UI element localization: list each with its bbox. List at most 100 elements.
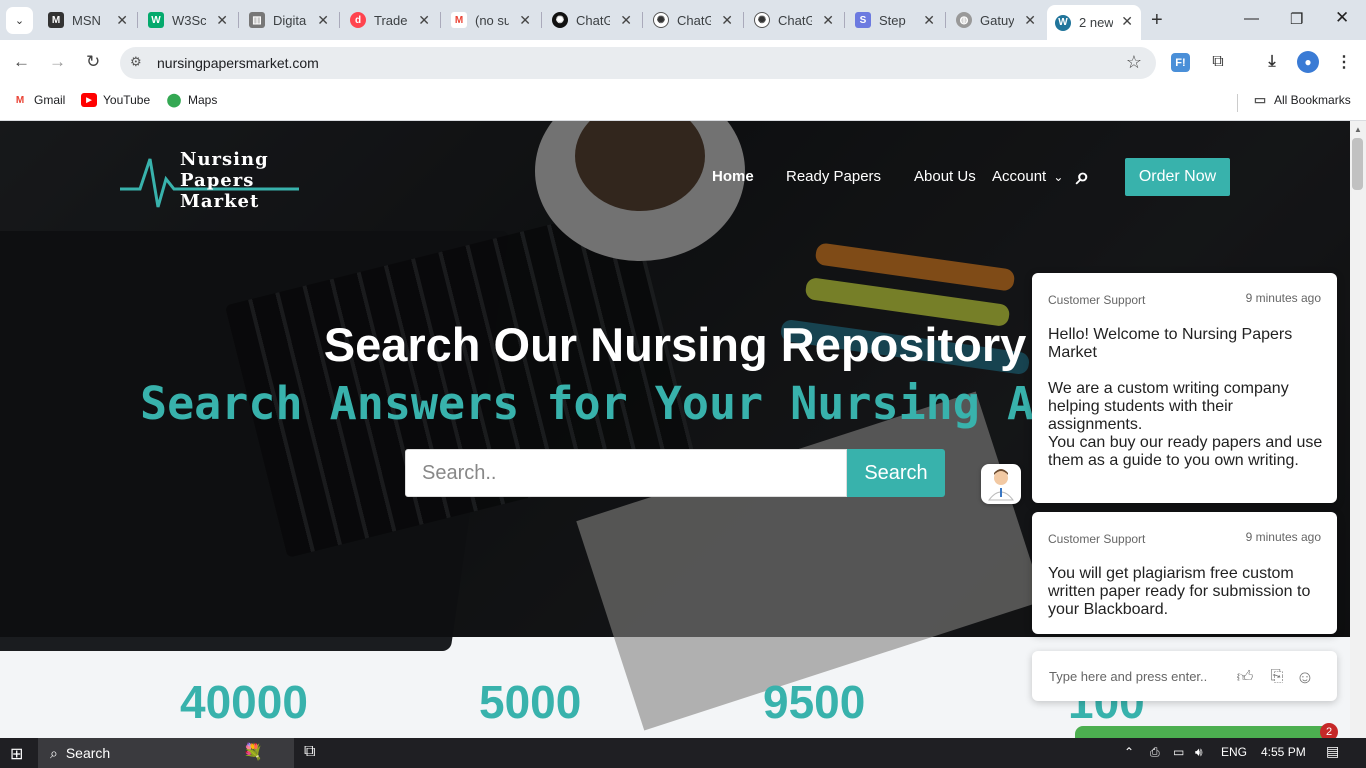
- repository-search-button[interactable]: Search: [847, 449, 945, 497]
- url-text[interactable]: nursingpapersmarket.com: [157, 55, 319, 71]
- site-info-icon[interactable]: ⚙: [130, 54, 142, 70]
- chatgpt-icon: ✺: [552, 12, 568, 28]
- browser-tab[interactable]: M MSN ✕: [40, 6, 136, 34]
- scrollbar-thumb[interactable]: [1352, 138, 1363, 190]
- restore-button[interactable]: ❐: [1290, 10, 1303, 28]
- tab-divider: [642, 12, 643, 28]
- site-logo[interactable]: Nursing Papers Market: [118, 149, 303, 213]
- browser-tab[interactable]: d Trade ✕: [342, 6, 438, 34]
- extension-icon[interactable]: F!: [1171, 53, 1190, 72]
- emoji-icon[interactable]: ☺: [1295, 667, 1315, 687]
- step-icon: S: [855, 12, 871, 28]
- stat-value: 5000: [479, 676, 582, 728]
- plus-icon: +: [1151, 9, 1163, 31]
- thumbs-up-icon[interactable]: 👍︎: [1235, 667, 1255, 687]
- meet-now-icon[interactable]: ⎙: [1150, 745, 1160, 760]
- hero-subtitle: Search Answers for Your Nursing Ass: [140, 377, 1089, 430]
- close-icon[interactable]: ✕: [216, 12, 228, 29]
- chatgpt-icon: ✺: [754, 12, 770, 28]
- nav-ready-papers[interactable]: Ready Papers: [786, 168, 881, 185]
- new-tab-button[interactable]: +: [1151, 9, 1163, 32]
- extensions-puzzle-icon[interactable]: ⧉: [1207, 51, 1229, 73]
- nav-home[interactable]: Home: [712, 168, 754, 185]
- page-scrollbar[interactable]: ▲: [1350, 121, 1366, 738]
- close-icon[interactable]: ✕: [822, 12, 834, 29]
- forward-button[interactable]: →: [49, 52, 66, 72]
- battery-icon[interactable]: ▭: [1173, 745, 1184, 759]
- chatgpt-icon: ✺: [653, 12, 669, 28]
- reload-button[interactable]: ↻: [86, 52, 100, 72]
- notifications-icon[interactable]: ▤: [1326, 743, 1339, 760]
- chat-message-text: You will get plagiarism free custom writ…: [1048, 565, 1311, 618]
- chat-input[interactable]: Type here and press enter.. 👍︎ ⎘ ☺: [1032, 651, 1337, 701]
- windows-start-icon[interactable]: ⊞: [10, 744, 23, 764]
- support-agent-avatar[interactable]: [981, 464, 1021, 504]
- taskbar-search[interactable]: ⌕ Search 💐: [38, 738, 294, 768]
- close-icon[interactable]: ✕: [1024, 12, 1036, 29]
- chat-message-card: Customer Support 9 minutes ago You will …: [1032, 512, 1337, 634]
- gmail-icon: M: [451, 12, 467, 28]
- tab-search-button[interactable]: ⌄: [6, 7, 33, 34]
- chart-icon: ▥: [249, 12, 265, 28]
- bookmark-star-icon[interactable]: ☆: [1126, 52, 1142, 73]
- chevron-up-icon[interactable]: ⌃: [1124, 745, 1134, 759]
- order-now-button[interactable]: Order Now: [1125, 158, 1230, 196]
- wordpress-icon: W: [1055, 14, 1071, 31]
- agent-avatar-icon: [987, 469, 1015, 501]
- browser-tab[interactable]: W W3Sc ✕: [140, 6, 236, 34]
- arrow-left-icon: ←: [13, 52, 30, 71]
- paperclip-icon[interactable]: ⎘: [1267, 667, 1287, 687]
- bookmark-youtube[interactable]: ▶ YouTube: [81, 93, 150, 107]
- youtube-icon: ▶: [81, 93, 97, 107]
- tab-divider: [339, 12, 340, 28]
- chat-launcher-bar[interactable]: [1075, 726, 1330, 738]
- close-icon[interactable]: ✕: [721, 12, 733, 29]
- tab-strip: ⌄ M MSN ✕ W W3Sc ✕ ▥ Digita ✕ d Trade ✕ …: [0, 0, 1366, 40]
- address-bar[interactable]: ⚙ nursingpapersmarket.com ☆: [120, 47, 1156, 79]
- volume-icon[interactable]: 🔊︎: [1195, 745, 1203, 760]
- close-icon[interactable]: ✕: [620, 12, 632, 29]
- profile-avatar[interactable]: ●: [1297, 51, 1319, 73]
- task-view-icon[interactable]: ⧉: [304, 743, 315, 761]
- tab-divider: [238, 12, 239, 28]
- restore-icon: ❐: [1290, 11, 1304, 28]
- browser-tab[interactable]: ▥ Digita ✕: [241, 6, 337, 34]
- all-bookmarks-button[interactable]: ▭ All Bookmarks: [1252, 92, 1351, 107]
- folder-icon: ▭: [1253, 92, 1267, 107]
- search-icon[interactable]: ⌕: [1076, 163, 1089, 191]
- close-icon[interactable]: ✕: [317, 12, 329, 29]
- bookmarks-divider: [1237, 94, 1238, 112]
- browser-tab[interactable]: ✺ ChatG ✕: [746, 6, 842, 34]
- close-window-button[interactable]: ✕: [1335, 8, 1349, 28]
- chat-message-card: Customer Support 9 minutes ago Hello! We…: [1032, 273, 1337, 503]
- close-icon[interactable]: ✕: [116, 12, 128, 29]
- browser-tab[interactable]: M (no su ✕: [443, 6, 539, 34]
- browser-tab-active[interactable]: W 2 new ✕: [1047, 5, 1141, 40]
- language-indicator[interactable]: ENG: [1221, 745, 1247, 759]
- repository-search-input[interactable]: Search..: [405, 449, 847, 497]
- msn-icon: M: [48, 12, 64, 28]
- stat-value: 9500: [763, 676, 866, 728]
- chevron-down-icon: ⌄: [1053, 170, 1064, 184]
- scroll-up-icon[interactable]: ▲: [1354, 125, 1362, 134]
- bookmark-maps[interactable]: ⬤ Maps: [166, 92, 218, 107]
- close-icon: ✕: [1335, 8, 1350, 27]
- browser-tab[interactable]: S Step ✕: [847, 6, 943, 34]
- close-icon[interactable]: ✕: [1121, 13, 1133, 30]
- clock[interactable]: 4:55 PM: [1261, 745, 1306, 759]
- menu-kebab-icon[interactable]: ⋮: [1333, 51, 1355, 73]
- tab-divider: [440, 12, 441, 28]
- browser-tab[interactable]: ✺ ChatG ✕: [645, 6, 741, 34]
- nav-account[interactable]: Account ⌄: [992, 168, 1063, 185]
- nav-about-us[interactable]: About Us: [914, 168, 976, 185]
- close-icon[interactable]: ✕: [418, 12, 430, 29]
- download-icon[interactable]: ⤓: [1261, 51, 1283, 73]
- browser-tab[interactable]: ✺ ChatG ✕: [544, 6, 640, 34]
- back-button[interactable]: ←: [13, 52, 30, 72]
- tab-divider: [541, 12, 542, 28]
- close-icon[interactable]: ✕: [519, 12, 531, 29]
- minimize-button[interactable]: —: [1244, 10, 1259, 27]
- close-icon[interactable]: ✕: [923, 12, 935, 29]
- browser-tab[interactable]: ◍ Gatuy ✕: [948, 6, 1044, 34]
- bookmark-gmail[interactable]: M Gmail: [12, 93, 66, 107]
